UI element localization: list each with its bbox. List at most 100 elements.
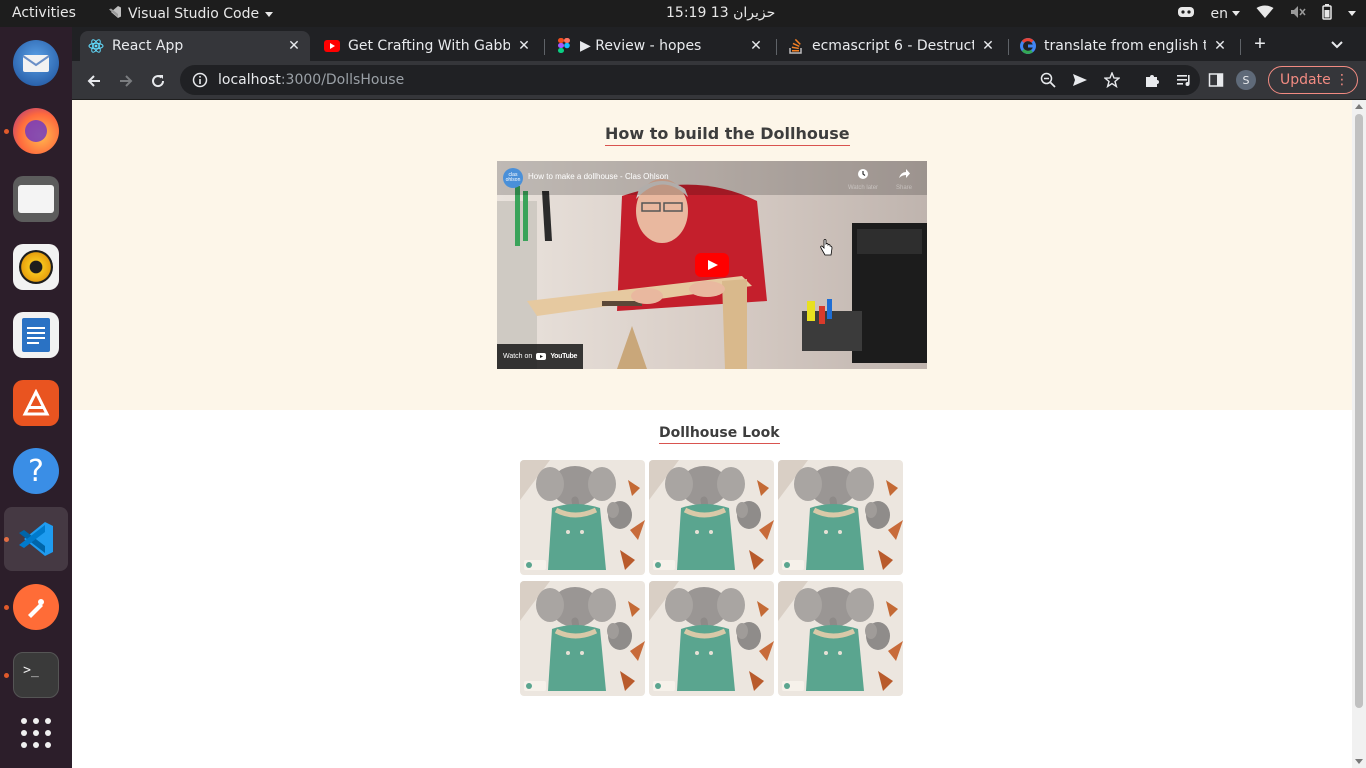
firefox-icon xyxy=(13,108,59,154)
chevron-down-icon xyxy=(1232,11,1240,16)
clock-icon xyxy=(858,169,868,179)
dock-terminal[interactable]: >_ xyxy=(10,649,62,701)
app-menu-label: Visual Studio Code xyxy=(128,6,260,22)
google-icon xyxy=(1020,38,1036,54)
system-menu-chevron-icon[interactable] xyxy=(1348,11,1356,16)
tab-youtube[interactable]: Get Crafting With Gabby ✕ xyxy=(316,31,540,61)
app-menu[interactable]: Visual Studio Code xyxy=(108,5,274,23)
side-panel-icon[interactable] xyxy=(1206,70,1226,90)
tab-search-chevron-icon[interactable] xyxy=(1330,37,1348,53)
url-path: :3000/DollsHouse xyxy=(280,72,405,88)
dock-postman[interactable] xyxy=(10,581,62,633)
forward-button[interactable] xyxy=(112,67,140,95)
tab-divider xyxy=(1240,39,1241,55)
youtube-embed[interactable]: clas ohlson How to make a dollhouse - Cl… xyxy=(497,161,927,369)
reload-button[interactable] xyxy=(144,67,172,95)
running-indicator xyxy=(4,673,9,678)
share-icon xyxy=(899,169,910,178)
figma-icon xyxy=(556,38,572,54)
gallery-image[interactable] xyxy=(649,460,774,575)
gallery-image[interactable] xyxy=(520,581,645,696)
show-applications-button[interactable] xyxy=(10,707,62,759)
tab-stackoverflow[interactable]: ecmascript 6 - Destructu ✕ xyxy=(780,31,1004,61)
close-icon[interactable]: ✕ xyxy=(1212,38,1228,54)
mouse-cursor-icon xyxy=(819,239,833,262)
discord-icon[interactable] xyxy=(1177,5,1195,22)
profile-avatar[interactable]: S xyxy=(1236,70,1256,90)
extensions-icon[interactable] xyxy=(1142,70,1162,90)
close-icon[interactable]: ✕ xyxy=(286,38,302,54)
tab-title: React App xyxy=(112,38,184,54)
clock[interactable]: 15:19 13 حزيران xyxy=(666,5,775,21)
play-button[interactable] xyxy=(695,253,729,277)
gallery-image[interactable] xyxy=(520,460,645,575)
gallery-image[interactable] xyxy=(649,581,774,696)
channel-avatar[interactable]: clas ohlson xyxy=(503,168,523,188)
writer-icon xyxy=(13,312,59,358)
watch-later-label: Watch later xyxy=(847,185,879,191)
page-viewport: How to build the Dollhouse clas ohlson H… xyxy=(72,100,1352,768)
dock-firefox[interactable] xyxy=(10,105,62,157)
tab-divider xyxy=(1008,39,1009,55)
chevron-down-icon xyxy=(265,11,274,17)
zoom-icon[interactable] xyxy=(1038,70,1058,90)
url-text: localhost:3000/DollsHouse xyxy=(218,72,404,88)
arrow-left-icon xyxy=(87,75,100,87)
postman-icon xyxy=(13,584,59,630)
dock-software[interactable] xyxy=(10,377,62,429)
dock-files[interactable] xyxy=(10,173,62,225)
gallery-image[interactable] xyxy=(778,581,903,696)
software-center-icon xyxy=(13,380,59,426)
watch-later-button[interactable]: Watch later xyxy=(843,167,883,191)
close-icon[interactable]: ✕ xyxy=(748,38,764,54)
dock-vscode[interactable] xyxy=(4,507,68,571)
new-tab-button[interactable]: + xyxy=(1250,34,1270,55)
gallery-image[interactable] xyxy=(778,460,903,575)
page-scrollbar[interactable] xyxy=(1352,100,1366,768)
dock-thunderbird[interactable] xyxy=(10,37,62,89)
dock-writer[interactable] xyxy=(10,309,62,361)
tab-divider xyxy=(776,39,777,55)
wifi-icon[interactable] xyxy=(1256,5,1274,22)
system-top-bar: Activities Visual Studio Code 15:19 13 ح… xyxy=(0,0,1366,27)
tab-title: ecmascript 6 - Destructu xyxy=(812,38,974,54)
share-label: Share xyxy=(895,185,912,191)
bookmark-star-icon[interactable] xyxy=(1102,70,1122,90)
activities-button[interactable]: Activities xyxy=(12,5,76,21)
scroll-up-icon[interactable] xyxy=(1355,104,1363,109)
back-button[interactable] xyxy=(80,67,108,95)
youtube-play-icon xyxy=(695,253,729,277)
media-control-icon[interactable] xyxy=(1174,70,1194,90)
dock-help[interactable]: ? xyxy=(10,445,62,497)
terminal-icon: >_ xyxy=(13,652,59,698)
more-vert-icon[interactable]: ⋮ xyxy=(1335,72,1349,88)
dock-rhythmbox[interactable] xyxy=(10,241,62,293)
thunderbird-icon xyxy=(13,40,59,86)
update-button[interactable]: Update ⋮ xyxy=(1268,66,1358,94)
help-icon: ? xyxy=(13,448,59,494)
language-selector[interactable]: en xyxy=(1211,6,1240,22)
battery-icon[interactable] xyxy=(1322,4,1332,23)
watch-on-label: Watch on xyxy=(503,353,533,360)
update-label: Update xyxy=(1280,72,1331,88)
tab-figma[interactable]: ▶ Review - hopes ✕ xyxy=(548,31,772,61)
tab-title: translate from english to xyxy=(1044,38,1206,54)
send-icon[interactable] xyxy=(1070,70,1090,90)
close-icon[interactable]: ✕ xyxy=(516,38,532,54)
video-title[interactable]: How to make a dollhouse - Clas Ohlson xyxy=(528,172,669,181)
close-icon[interactable]: ✕ xyxy=(980,38,996,54)
share-button[interactable]: Share xyxy=(891,167,917,191)
youtube-icon xyxy=(324,38,340,54)
tab-react-app[interactable]: React App ✕ xyxy=(80,31,310,61)
scrollbar-thumb[interactable] xyxy=(1355,114,1363,708)
vscode-icon xyxy=(108,5,122,23)
system-tray[interactable]: en xyxy=(1177,4,1356,23)
volume-muted-icon[interactable] xyxy=(1290,5,1306,22)
info-icon xyxy=(192,72,208,88)
scroll-down-icon[interactable] xyxy=(1355,759,1363,764)
video-section: How to build the Dollhouse clas ohlson H… xyxy=(72,100,1352,410)
tab-strip: React App ✕ Get Crafting With Gabby ✕ ▶ … xyxy=(72,27,1366,61)
tab-google-translate[interactable]: translate from english to ✕ xyxy=(1012,31,1236,61)
watch-on-youtube-button[interactable]: Watch on YouTube xyxy=(497,344,583,369)
tab-divider xyxy=(544,39,545,55)
